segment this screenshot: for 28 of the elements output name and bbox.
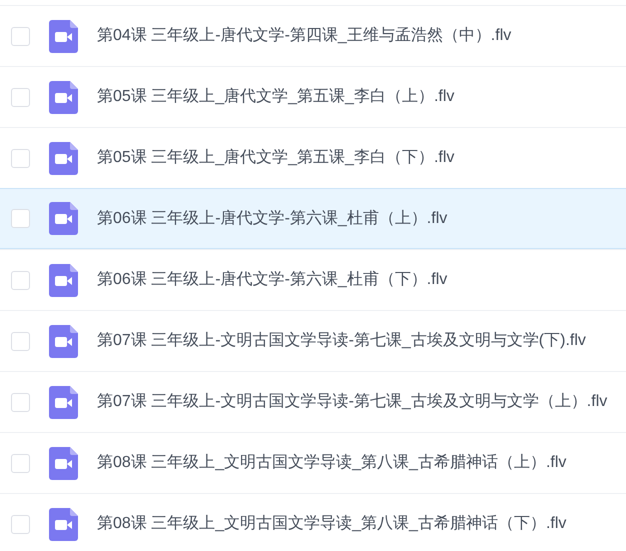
file-name[interactable]: 第04课 三年级上-唐代文学-第四课_王维与孟浩然（中）.flv xyxy=(97,24,512,48)
file-name[interactable]: 第06课 三年级上-唐代文学-第六课_杜甫（上）.flv xyxy=(97,206,448,230)
checkbox[interactable] xyxy=(11,209,30,228)
video-file-icon xyxy=(49,142,78,174)
video-file-icon xyxy=(49,264,78,296)
file-name[interactable]: 第08课 三年级上_文明古国文学导读_第八课_古希腊神话（上）.flv xyxy=(97,451,566,475)
checkbox[interactable] xyxy=(11,26,30,46)
video-file-icon xyxy=(49,508,78,540)
file-name[interactable]: 第08课 三年级上_文明古国文学导读_第八课_古希腊神话（下）.flv xyxy=(97,512,566,536)
checkbox[interactable] xyxy=(11,392,30,412)
video-file-icon xyxy=(49,80,78,114)
video-file-icon xyxy=(49,446,78,480)
checkbox[interactable] xyxy=(11,454,30,472)
video-file-icon xyxy=(49,386,78,418)
file-name[interactable]: 第07课 三年级上-文明古国文学导读-第七课_古埃及文明与文学（上）.flv xyxy=(97,390,608,414)
checkbox[interactable] xyxy=(11,88,30,106)
checkbox[interactable] xyxy=(11,332,30,350)
file-name[interactable]: 第06课 三年级上-唐代文学-第六课_杜甫（下）.flv xyxy=(97,268,448,292)
file-name[interactable]: 第07课 三年级上-文明古国文学导读-第七课_古埃及文明与文学(下).flv xyxy=(97,329,586,353)
file-row[interactable]: 第06课 三年级上-唐代文学-第六课_杜甫（上）.flv xyxy=(0,188,626,249)
file-name[interactable]: 第05课 三年级上_唐代文学_第五课_李白（下）.flv xyxy=(97,146,454,170)
video-file-icon xyxy=(49,202,78,235)
video-file-icon xyxy=(49,20,78,52)
file-name[interactable]: 第05课 三年级上_唐代文学_第五课_李白（上）.flv xyxy=(97,85,454,109)
checkbox[interactable] xyxy=(11,514,30,534)
checkbox[interactable] xyxy=(11,148,30,168)
checkbox[interactable] xyxy=(11,270,30,290)
video-file-icon xyxy=(49,324,78,358)
